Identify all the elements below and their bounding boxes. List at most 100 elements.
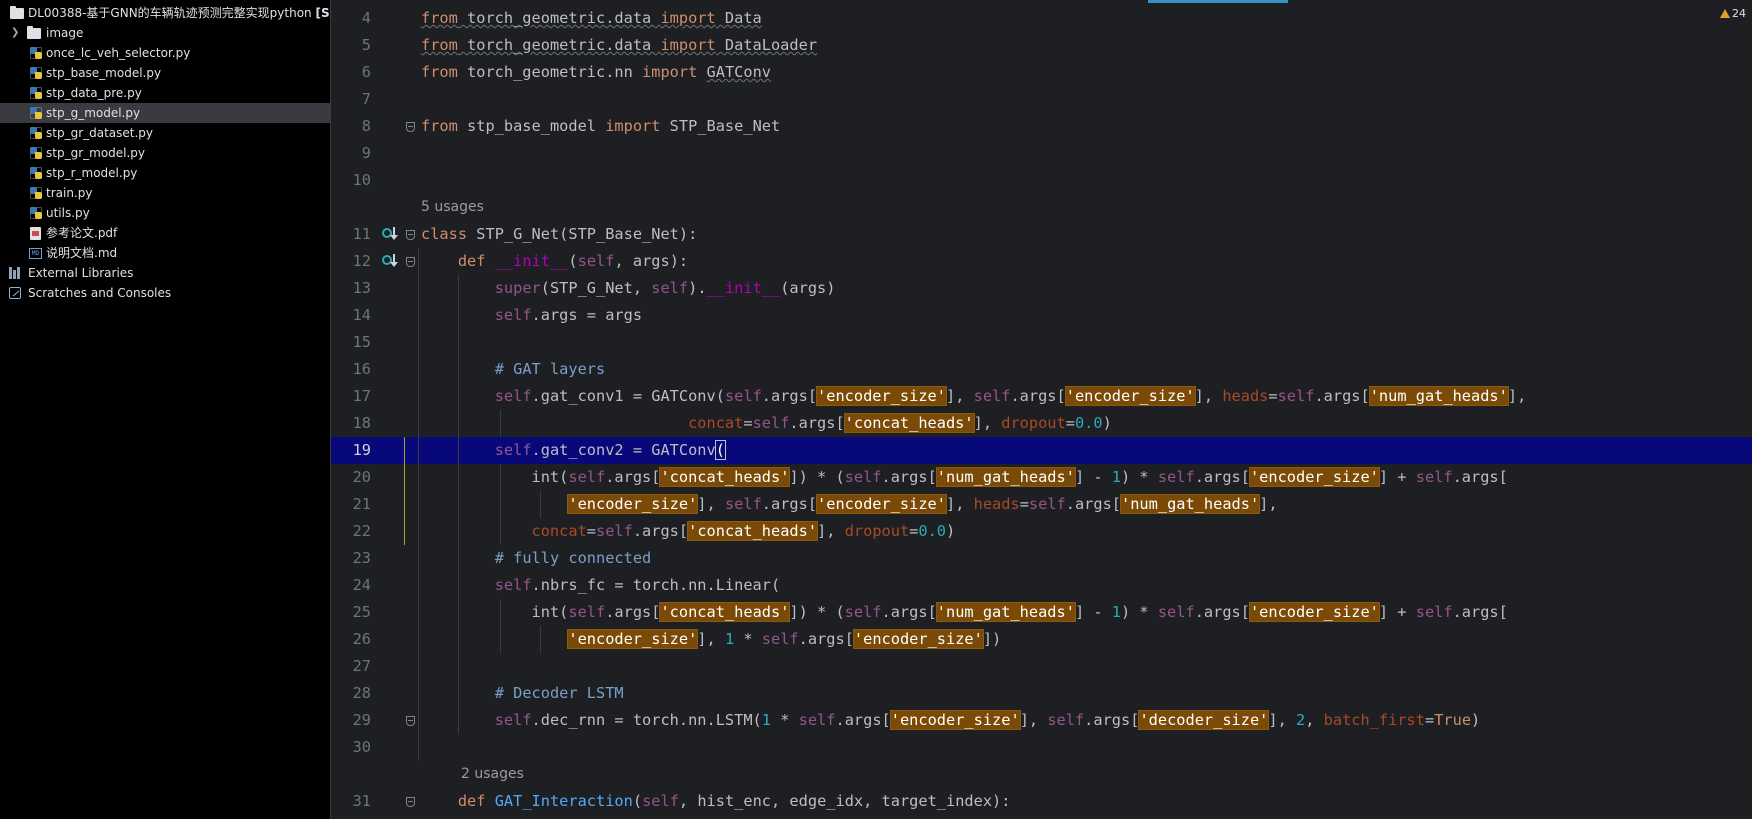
- line-number[interactable]: 25: [331, 599, 371, 626]
- line-number[interactable]: 26: [331, 626, 371, 653]
- tree-item[interactable]: stp_data_pre.py: [0, 83, 330, 103]
- code-line[interactable]: 16 # GAT layers: [331, 356, 1752, 383]
- code-line[interactable]: 17 self.gat_conv1 = GATConv(self.args['e…: [331, 383, 1752, 410]
- code-text[interactable]: int(self.args['concat_heads']) * (self.a…: [421, 599, 1508, 626]
- line-number[interactable]: 9: [331, 140, 371, 167]
- code-line[interactable]: 18 concat=self.args['concat_heads'], dro…: [331, 410, 1752, 437]
- line-number[interactable]: 6: [331, 59, 371, 86]
- tree-item[interactable]: utils.py: [0, 203, 330, 223]
- tree-item[interactable]: stp_gr_dataset.py: [0, 123, 330, 143]
- tree-item[interactable]: 参考论文.pdf: [0, 223, 330, 243]
- tree-item[interactable]: stp_base_model.py: [0, 63, 330, 83]
- line-number[interactable]: 24: [331, 572, 371, 599]
- line-number[interactable]: 27: [331, 653, 371, 680]
- code-text[interactable]: 'encoder_size'], self.args['encoder_size…: [421, 491, 1278, 518]
- tree-item[interactable]: ❯ image: [0, 23, 330, 43]
- fold-marker-icon[interactable]: [406, 122, 415, 132]
- tree-item[interactable]: stp_g_model.py: [0, 103, 330, 123]
- line-number[interactable]: 30: [331, 734, 371, 761]
- tree-item[interactable]: MD 说明文档.md: [0, 243, 330, 263]
- code-line[interactable]: 15: [331, 329, 1752, 356]
- code-line[interactable]: 6 from torch_geometric.nn import GATConv: [331, 59, 1752, 86]
- code-text[interactable]: from torch_geometric.nn import GATConv: [421, 59, 771, 86]
- chevron-right-icon[interactable]: ❯: [11, 23, 19, 43]
- tree-item[interactable]: stp_gr_model.py: [0, 143, 330, 163]
- line-number[interactable]: 23: [331, 545, 371, 572]
- line-number[interactable]: 4: [331, 5, 371, 32]
- code-line[interactable]: 26 'encoder_size'], 1 * self.args['encod…: [331, 626, 1752, 653]
- fold-marker-icon[interactable]: [406, 257, 415, 267]
- code-text[interactable]: # GAT layers: [421, 356, 606, 383]
- code-text[interactable]: from torch_geometric.data import Data: [421, 5, 762, 32]
- tree-item-external-libraries[interactable]: External Libraries: [0, 263, 330, 283]
- line-number[interactable]: 20: [331, 464, 371, 491]
- override-method-icon[interactable]: [381, 225, 399, 243]
- fold-marker-icon[interactable]: [406, 716, 415, 726]
- line-number[interactable]: 13: [331, 275, 371, 302]
- line-number[interactable]: 14: [331, 302, 371, 329]
- tree-item-scratches[interactable]: Scratches and Consoles: [0, 283, 330, 303]
- code-line[interactable]: 11 class STP_G_Net(STP_Base_Net):: [331, 221, 1752, 248]
- line-number[interactable]: 15: [331, 329, 371, 356]
- code-line[interactable]: 27: [331, 653, 1752, 680]
- line-number[interactable]: 21: [331, 491, 371, 518]
- code-text[interactable]: self.gat_conv1 = GATConv(self.args['enco…: [421, 383, 1526, 410]
- code-line[interactable]: 10: [331, 167, 1752, 194]
- fold-marker-icon[interactable]: [406, 797, 415, 807]
- code-line[interactable]: 22 concat=self.args['concat_heads'], dro…: [331, 518, 1752, 545]
- code-line[interactable]: 9: [331, 140, 1752, 167]
- line-number[interactable]: 22: [331, 518, 371, 545]
- code-text[interactable]: self.args = args: [421, 302, 642, 329]
- tree-root-project[interactable]: DL00388-基于GNN的车辆轨迹预测完整实现python [SA: [0, 3, 330, 23]
- code-line[interactable]: 31 def GAT_Interaction(self, hist_enc, e…: [331, 788, 1752, 815]
- line-number[interactable]: 19: [331, 437, 371, 464]
- code-text[interactable]: 'encoder_size'], 1 * self.args['encoder_…: [421, 626, 1001, 653]
- code-line[interactable]: 12 def __init__(self, args):: [331, 248, 1752, 275]
- code-text[interactable]: concat=self.args['concat_heads'], dropou…: [421, 410, 1112, 437]
- line-number[interactable]: 11: [331, 221, 371, 248]
- code-line[interactable]: 5 from torch_geometric.data import DataLo…: [331, 32, 1752, 59]
- code-text[interactable]: def GAT_Interaction(self, hist_enc, edge…: [421, 788, 1011, 815]
- code-text[interactable]: super(STP_G_Net, self).__init__(args): [421, 275, 836, 302]
- line-number[interactable]: 12: [331, 248, 371, 275]
- code-line[interactable]: 19 self.gat_conv2 = GATConv(: [331, 437, 1752, 464]
- code-text[interactable]: self.nbrs_fc = torch.nn.Linear(: [421, 572, 781, 599]
- code-line[interactable]: 24 self.nbrs_fc = torch.nn.Linear(: [331, 572, 1752, 599]
- line-number[interactable]: 7: [331, 86, 371, 113]
- code-line[interactable]: 20 int(self.args['concat_heads']) * (sel…: [331, 464, 1752, 491]
- code-line[interactable]: 14 self.args = args: [331, 302, 1752, 329]
- code-text[interactable]: # Decoder LSTM: [421, 680, 624, 707]
- code-text[interactable]: from torch_geometric.data import DataLoa…: [421, 32, 817, 59]
- code-text[interactable]: # fully connected: [421, 545, 652, 572]
- line-number[interactable]: 10: [331, 167, 371, 194]
- code-text[interactable]: self.dec_rnn = torch.nn.LSTM(1 * self.ar…: [421, 707, 1480, 734]
- line-number[interactable]: 16: [331, 356, 371, 383]
- code-text[interactable]: from stp_base_model import STP_Base_Net: [421, 113, 780, 140]
- code-line[interactable]: 21 'encoder_size'], self.args['encoder_s…: [331, 491, 1752, 518]
- code-text[interactable]: int(self.args['concat_heads']) * (self.a…: [421, 464, 1508, 491]
- code-text[interactable]: def __init__(self, args):: [421, 248, 688, 275]
- tree-item[interactable]: once_lc_veh_selector.py: [0, 43, 330, 63]
- fold-marker-icon[interactable]: [406, 230, 415, 240]
- line-number[interactable]: 5: [331, 32, 371, 59]
- line-number[interactable]: 8: [331, 113, 371, 140]
- code-text[interactable]: self.gat_conv2 = GATConv(: [421, 437, 726, 464]
- line-number[interactable]: 31: [331, 788, 371, 815]
- code-line[interactable]: 13 super(STP_G_Net, self).__init__(args): [331, 275, 1752, 302]
- line-number[interactable]: 29: [331, 707, 371, 734]
- code-line[interactable]: 29 self.dec_rnn = torch.nn.LSTM(1 * self…: [331, 707, 1752, 734]
- code-line[interactable]: 8 from stp_base_model import STP_Base_Net: [331, 113, 1752, 140]
- tree-item[interactable]: train.py: [0, 183, 330, 203]
- code-line[interactable]: 25 int(self.args['concat_heads']) * (sel…: [331, 599, 1752, 626]
- tree-item[interactable]: stp_r_model.py: [0, 163, 330, 183]
- code-line[interactable]: 30: [331, 734, 1752, 761]
- code-line[interactable]: 4 from torch_geometric.data import Data: [331, 5, 1752, 32]
- usages-hint[interactable]: 2 usages: [331, 761, 524, 788]
- override-method-icon[interactable]: [381, 252, 399, 270]
- code-line[interactable]: 7: [331, 86, 1752, 113]
- line-number[interactable]: 28: [331, 680, 371, 707]
- code-line[interactable]: 28 # Decoder LSTM: [331, 680, 1752, 707]
- code-line[interactable]: 23 # fully connected: [331, 545, 1752, 572]
- usages-hint[interactable]: 5 usages: [331, 194, 484, 221]
- code-text[interactable]: concat=self.args['concat_heads'], dropou…: [421, 518, 955, 545]
